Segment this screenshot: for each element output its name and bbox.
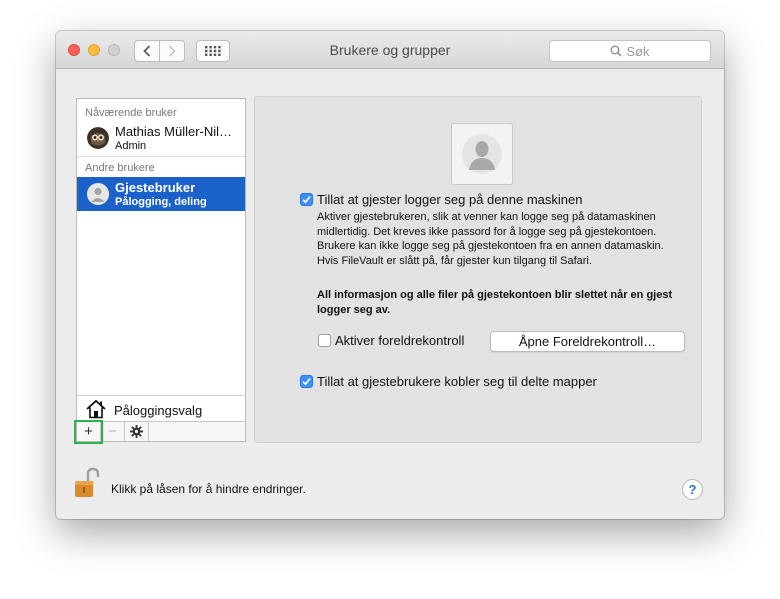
guest-description: Aktiver gjestebrukeren, slik at venner k… xyxy=(317,211,664,267)
search-placeholder: Søk xyxy=(626,43,650,59)
action-menu-button[interactable] xyxy=(125,422,149,441)
login-options-item[interactable]: Påloggingsvalg xyxy=(77,395,245,421)
guest-avatar-small xyxy=(87,183,109,205)
gear-icon xyxy=(130,425,143,438)
search-field[interactable]: Søk xyxy=(549,40,711,62)
current-user-role: Admin xyxy=(115,140,147,152)
shared-folders-checkbox[interactable] xyxy=(300,375,313,388)
guest-user-role: Pålogging, deling xyxy=(115,196,207,208)
section-divider xyxy=(77,156,245,157)
user-row-guest[interactable]: Gjestebruker Pålogging, deling xyxy=(77,177,245,211)
users-sidebar: Nåværende bruker Mathias Müller-Nil… Adm… xyxy=(76,98,246,442)
lock-button[interactable] xyxy=(73,467,101,502)
open-parental-controls-button[interactable]: Åpne Foreldrekontroll… xyxy=(490,331,685,352)
shared-folders-label: Tillat at gjestebrukere kobler seg til d… xyxy=(317,374,597,389)
house-icon xyxy=(86,399,106,419)
guest-user-name: Gjestebruker xyxy=(115,180,196,195)
guest-avatar-large xyxy=(451,123,513,185)
preferences-window: Brukere og grupper Søk Nåværende bruker … xyxy=(56,31,724,519)
current-user-header: Nåværende bruker xyxy=(85,107,177,119)
other-users-header: Andre brukere xyxy=(85,162,155,174)
search-icon xyxy=(610,45,622,57)
checkmark-icon xyxy=(302,377,311,386)
guest-settings-panel: Tillat at gjester logger seg på denne ma… xyxy=(254,96,702,443)
add-user-button[interactable]: + xyxy=(77,422,101,441)
titlebar: Brukere og grupper Søk xyxy=(56,31,724,69)
allow-guest-checkbox[interactable] xyxy=(300,193,313,206)
allow-guest-label: Tillat at gjester logger seg på denne ma… xyxy=(317,192,583,207)
user-row-current[interactable]: Mathias Müller-Nil… Admin xyxy=(77,121,245,155)
sidebar-toolbar: + − xyxy=(77,421,245,441)
user-silhouette-icon xyxy=(462,134,502,174)
login-options-label: Påloggingsvalg xyxy=(114,403,203,418)
remove-user-button[interactable]: − xyxy=(101,422,125,441)
current-user-name: Mathias Müller-Nil… xyxy=(115,124,233,139)
guest-warning: All informasjon og alle filer på gjestek… xyxy=(317,289,673,316)
checkmark-icon xyxy=(302,195,311,204)
unlocked-lock-icon xyxy=(75,467,100,497)
parental-controls-checkbox[interactable] xyxy=(318,334,331,347)
owl-avatar xyxy=(87,127,109,149)
help-button[interactable]: ? xyxy=(682,479,703,500)
lock-hint-text: Klikk på låsen for å hindre endringer. xyxy=(111,482,306,496)
parental-controls-label: Aktiver foreldrekontroll xyxy=(335,333,465,348)
